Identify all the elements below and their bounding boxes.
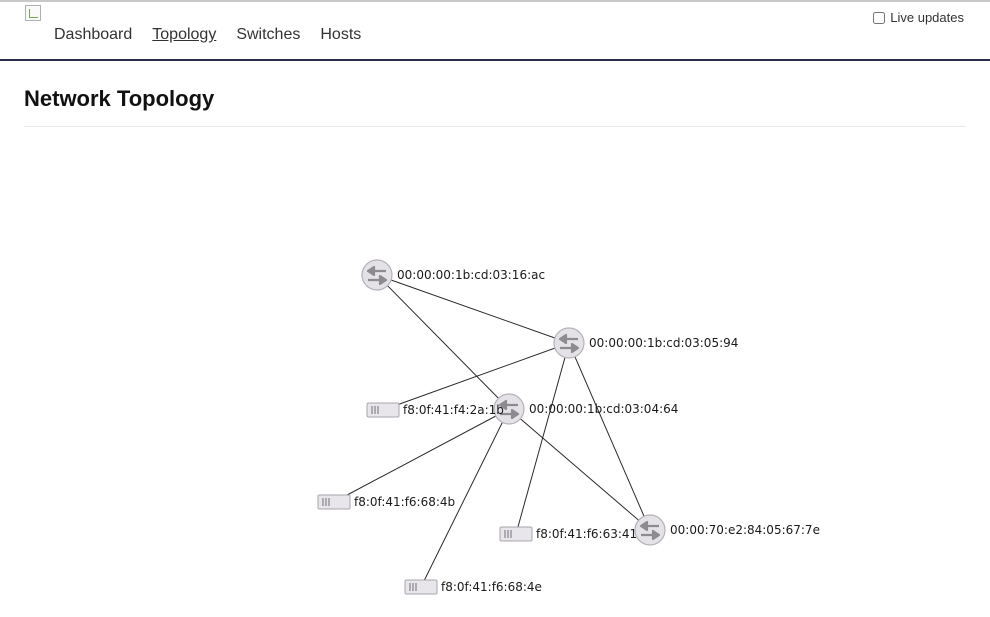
- switch-node[interactable]: 00:00:00:1b:cd:03:05:94: [553, 327, 738, 359]
- topology-graph[interactable]: 00:00:00:1b:cd:03:16:ac 00:00:00:1b:cd:03…: [0, 0, 990, 617]
- link-s3-s4: [508, 408, 651, 531]
- host-label: f8:0f:41:f6:63:41: [536, 527, 637, 541]
- switch-icon: [553, 327, 585, 359]
- host-label: f8:0f:41:f4:2a:1b: [403, 403, 504, 417]
- host-node[interactable]: f8:0f:41:f4:2a:1b: [366, 402, 504, 418]
- link-s2-h3: [515, 342, 570, 535]
- host-node[interactable]: f8:0f:41:f6:63:41: [499, 526, 637, 542]
- host-label: f8:0f:41:f6:68:4b: [354, 495, 455, 509]
- host-node[interactable]: f8:0f:41:f6:68:4b: [317, 494, 455, 510]
- switch-label: 00:00:00:1b:cd:03:04:64: [529, 402, 678, 416]
- switch-icon: [634, 514, 666, 546]
- switch-icon: [361, 259, 393, 291]
- link-s1-s2: [376, 274, 570, 344]
- switch-label: 00:00:00:1b:cd:03:05:94: [589, 336, 738, 350]
- switch-node[interactable]: 00:00:00:1b:cd:03:16:ac: [361, 259, 545, 291]
- switch-label: 00:00:70:e2:84:05:67:7e: [670, 523, 820, 537]
- host-node[interactable]: f8:0f:41:f6:68:4e: [404, 579, 542, 595]
- host-label: f8:0f:41:f6:68:4e: [441, 580, 542, 594]
- switch-label: 00:00:00:1b:cd:03:16:ac: [397, 268, 545, 282]
- link-s3-h2: [333, 408, 510, 503]
- link-s2-s4: [568, 342, 651, 531]
- link-s2-h1: [382, 342, 570, 411]
- nodes-layer: 00:00:00:1b:cd:03:16:ac 00:00:00:1b:cd:03…: [317, 259, 820, 595]
- switch-node[interactable]: 00:00:70:e2:84:05:67:7e: [634, 514, 820, 546]
